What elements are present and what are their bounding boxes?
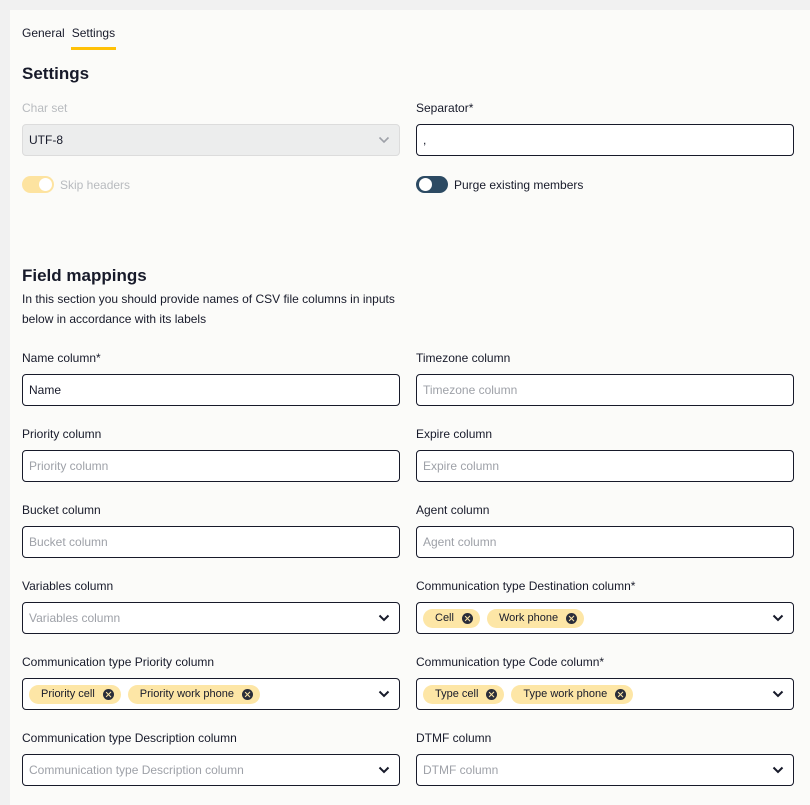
close-circle-icon[interactable] [461,612,473,624]
comm-destination-label: Communication type Destination column* [416,579,636,593]
timezone-column-field: Timezone column Timezone column [416,351,794,406]
chip-type-cell: Type cell [423,684,505,704]
skip-headers-label: Skip headers [60,177,131,192]
comm-code-field: Communication type Code column* Type cel… [416,655,794,710]
name-column-input[interactable]: Name [22,374,400,406]
chip-label: Priority work phone [139,688,234,700]
comm-description-placeholder: Communication type Description column [29,763,244,777]
charset-value: UTF-8 [29,133,63,147]
priority-column-placeholder: Priority column [29,459,109,473]
skip-headers-toggle[interactable] [22,176,54,193]
variables-column-label: Variables column [22,579,114,593]
bucket-column-label: Bucket column [22,503,101,517]
separator-field: Separator* , [416,101,794,156]
chevron-down-icon[interactable] [378,766,390,774]
timezone-column-input[interactable]: Timezone column [416,374,794,406]
close-circle-icon[interactable] [486,688,498,700]
timezone-column-label: Timezone column [416,351,511,365]
bucket-column-field: Bucket column Bucket column [22,503,400,558]
name-column-value: Name [29,383,62,397]
chip-priority-cell: Priority cell [29,684,121,704]
field-mappings-description: In this section you should provide names… [22,292,395,326]
separator-input[interactable]: , [416,124,794,156]
separator-value: , [423,133,427,147]
close-circle-icon[interactable] [615,688,627,700]
expire-column-input[interactable]: Expire column [416,450,794,482]
agent-column-field: Agent column Agent column [416,503,794,558]
comm-description-field: Communication type Description column Co… [22,731,400,786]
chip-label: Type work phone [523,688,608,700]
chip-label: Work phone [498,612,559,624]
charset-select[interactable]: UTF-8 [22,124,400,156]
skip-headers-toggle-row: Skip headers [22,176,130,193]
field-mappings-title: Field mappings [22,266,147,285]
close-circle-icon[interactable] [566,612,578,624]
chip-list: Cell Work phone [423,608,585,628]
purge-members-toggle-row: Purge existing members [416,176,583,193]
expire-column-placeholder: Expire column [423,459,500,473]
comm-priority-field: Communication type Priority column Prior… [22,655,400,710]
priority-column-field: Priority column Priority column [22,427,400,482]
priority-column-label: Priority column [22,427,102,441]
bucket-column-input[interactable]: Bucket column [22,526,400,558]
dtmf-column-select[interactable]: DTMF column [416,754,794,786]
comm-description-label: Communication type Description column [22,731,237,745]
close-circle-icon[interactable] [102,688,114,700]
chevron-down-icon[interactable] [378,690,390,698]
dtmf-column-field: DTMF column DTMF column [416,731,794,786]
comm-destination-field: Communication type Destination column* C… [416,579,794,634]
settings-title: Settings [22,64,90,83]
variables-column-select[interactable]: Variables column [22,602,400,634]
chip-list: Type cell Type work phone [423,684,634,704]
comm-code-label: Communication type Code column* [416,655,605,669]
charset-label: Char set [22,101,68,115]
comm-priority-select[interactable]: Priority cell Priority work phone [22,678,400,710]
variables-column-placeholder: Variables column [29,611,121,625]
separator-label: Separator* [416,101,474,115]
chevron-down-icon[interactable] [772,766,784,774]
expire-column-field: Expire column Expire column [416,427,794,482]
tab-settings[interactable]: Settings [70,24,117,50]
comm-description-select[interactable]: Communication type Description column [22,754,400,786]
agent-column-input[interactable]: Agent column [416,526,794,558]
chip-priority-work-phone: Priority work phone [127,684,260,704]
agent-column-placeholder: Agent column [423,535,497,549]
comm-code-select[interactable]: Type cell Type work phone [416,678,794,710]
comm-priority-label: Communication type Priority column [22,655,215,669]
timezone-column-placeholder: Timezone column [423,383,518,397]
tab-bar: General Settings [22,24,122,50]
name-column-field: Name column* Name [22,351,400,406]
expire-column-label: Expire column [416,427,493,441]
close-circle-icon[interactable] [241,688,253,700]
chip-label: Priority cell [41,688,95,700]
settings-panel: General Settings Settings Char set UTF-8… [10,10,810,805]
purge-members-label: Purge existing members [454,177,584,192]
charset-field: Char set UTF-8 [22,101,400,156]
tab-general[interactable]: General [22,24,65,50]
name-column-label: Name column* [22,351,101,365]
chevron-down-icon[interactable] [378,614,390,622]
variables-column-field: Variables column Variables column [22,579,400,634]
chip-list: Priority cell Priority work phone [29,684,260,704]
chip-type-work-phone: Type work phone [511,684,634,704]
chip-work-phone: Work phone [486,608,585,628]
comm-destination-select[interactable]: Cell Work phone [416,602,794,634]
chevron-down-icon[interactable] [772,690,784,698]
dtmf-column-label: DTMF column [416,731,492,745]
chip-label: Type cell [435,688,479,700]
dtmf-column-placeholder: DTMF column [423,763,499,777]
agent-column-label: Agent column [416,503,490,517]
chevron-down-icon[interactable] [772,614,784,622]
priority-column-input[interactable]: Priority column [22,450,400,482]
bucket-column-placeholder: Bucket column [29,535,108,549]
chip-cell: Cell [423,608,480,628]
chip-label: Cell [435,612,454,624]
purge-members-toggle[interactable] [416,176,448,193]
chevron-down-icon [378,136,390,144]
